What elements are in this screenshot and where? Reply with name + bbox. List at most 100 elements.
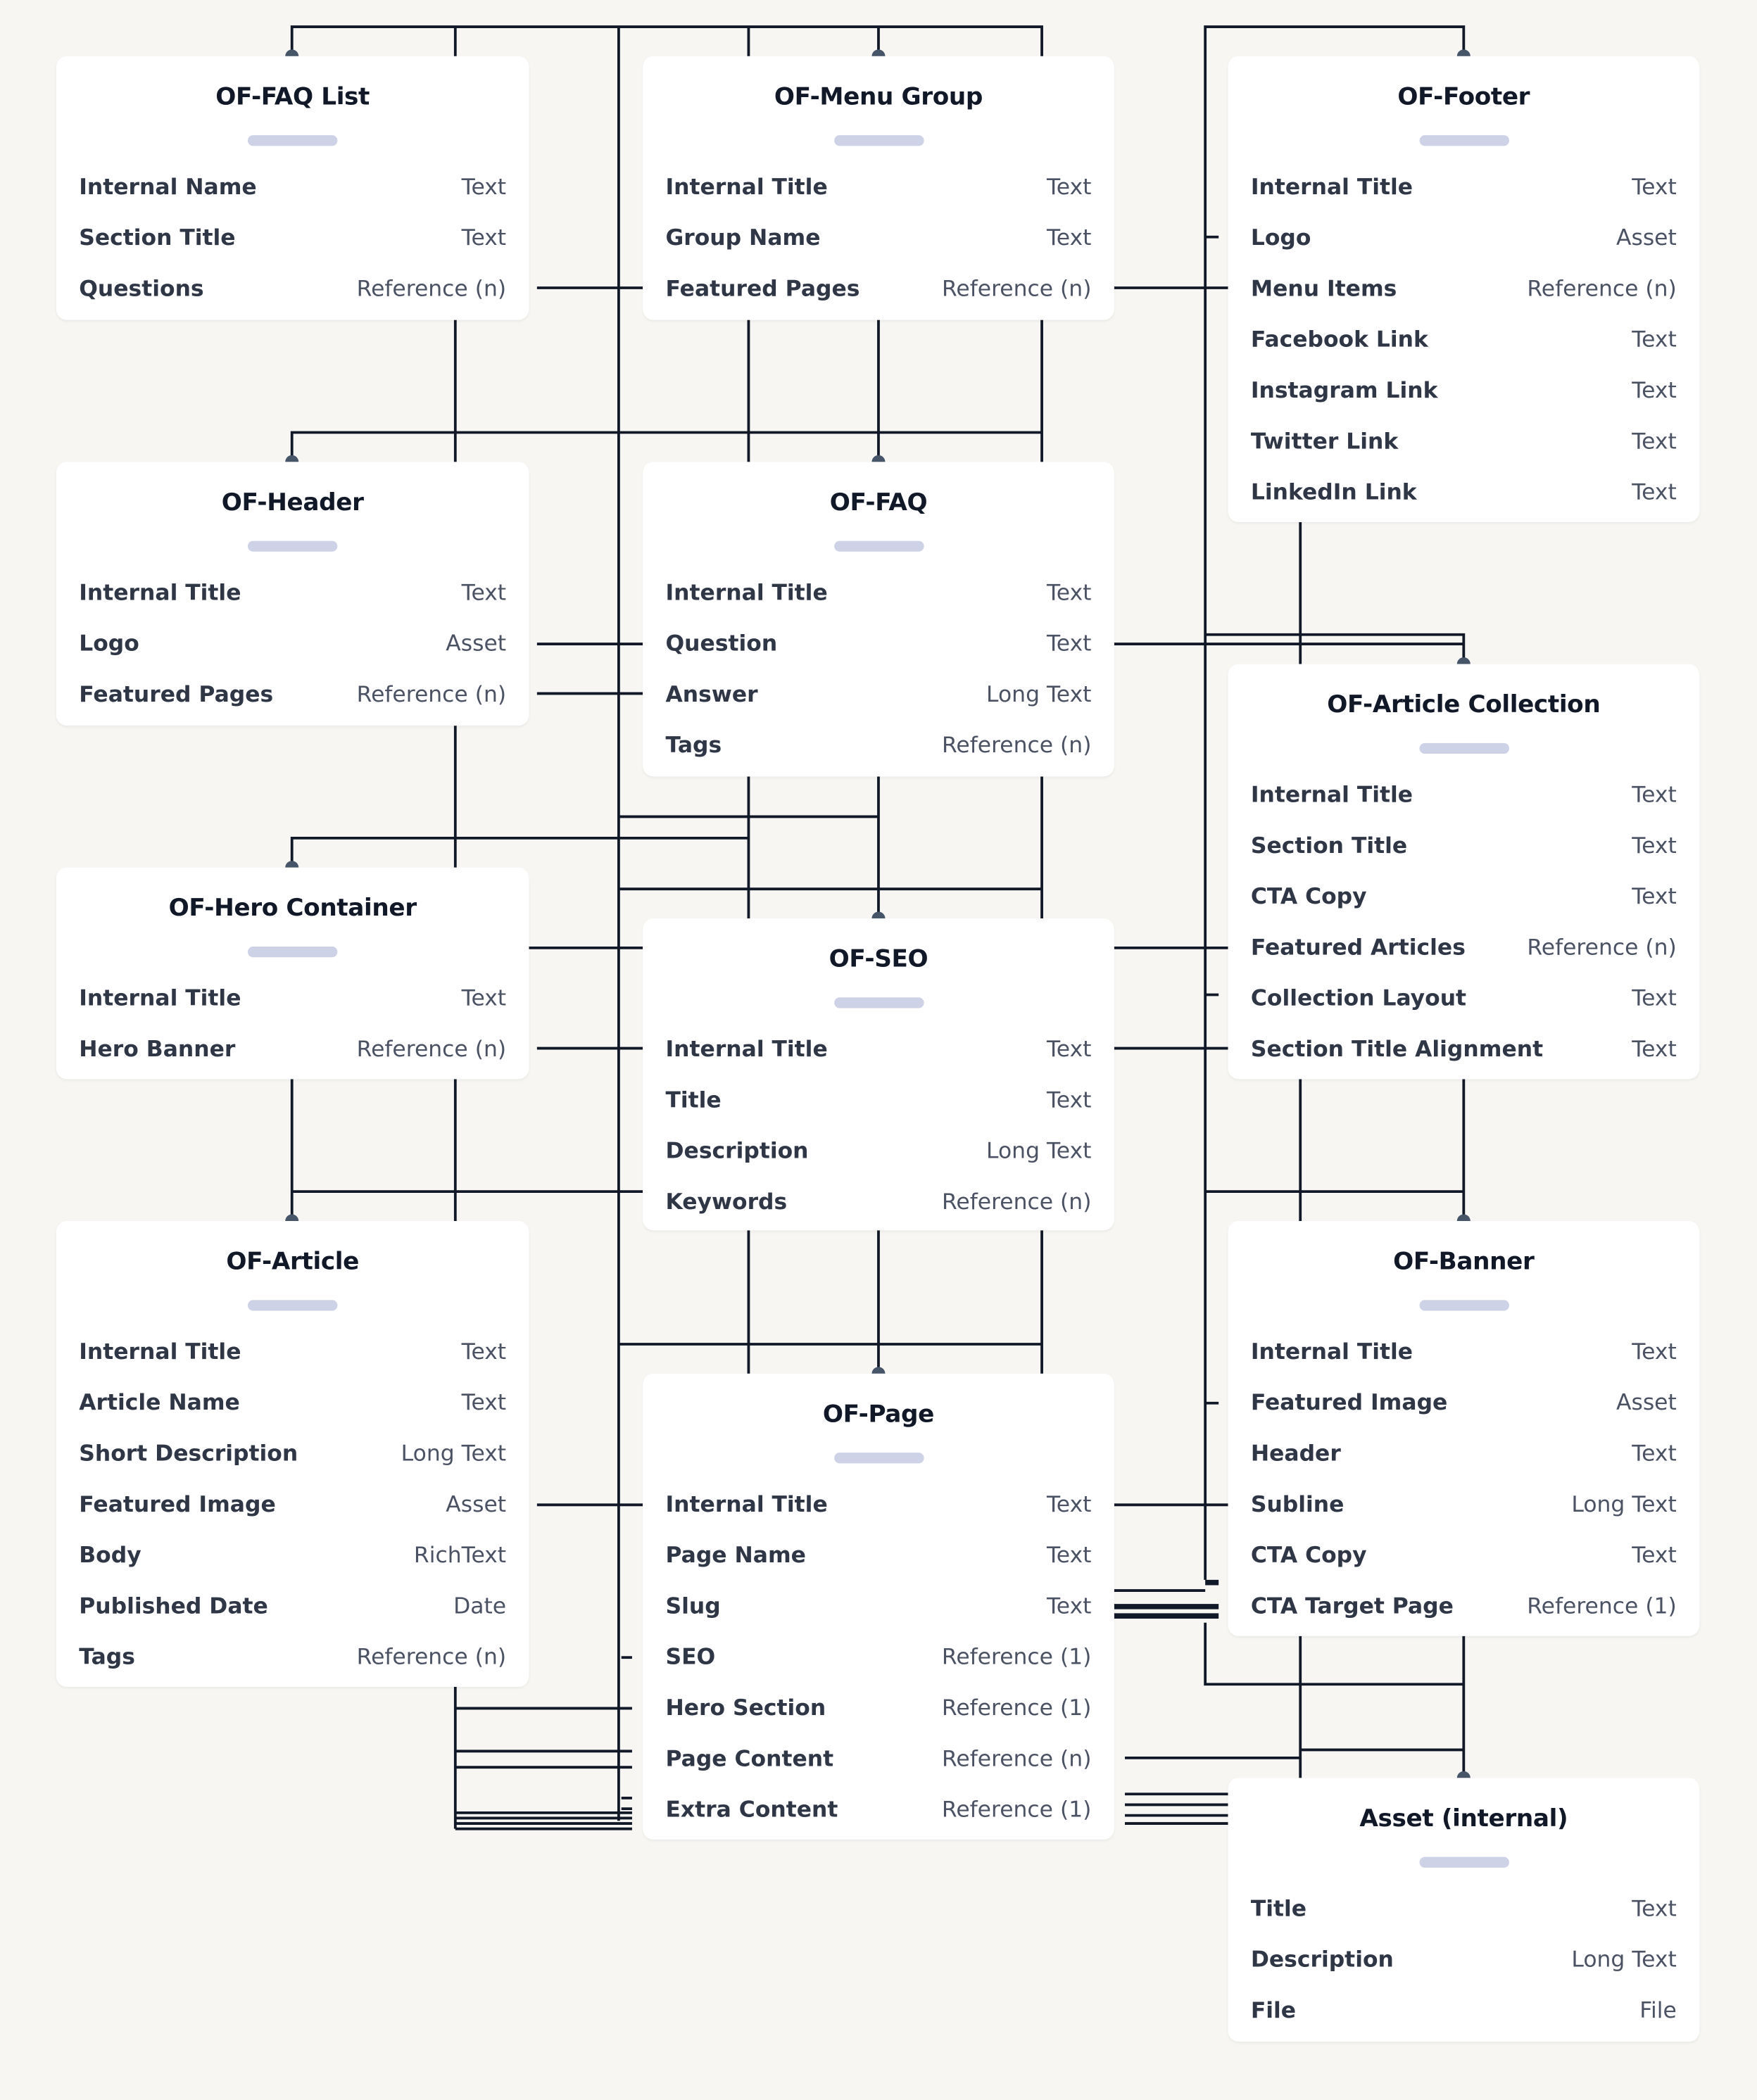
drag-handle-pill[interactable]: [247, 1300, 338, 1311]
entity-card-seo[interactable]: OF-SEO Internal Title Text Title Text Descrip…: [643, 918, 1114, 1231]
field-row[interactable]: Page Name Text: [665, 1538, 1091, 1571]
field-row[interactable]: Internal Title Text: [1251, 1335, 1677, 1367]
field-row[interactable]: Slug Text: [665, 1589, 1091, 1621]
field-row[interactable]: Collection Layout Text: [1251, 981, 1677, 1013]
field-row[interactable]: Internal Title Text: [79, 576, 506, 608]
field-row[interactable]: Published Date Date: [79, 1589, 506, 1621]
drag-handle-pill[interactable]: [833, 540, 924, 552]
field-row[interactable]: Section Title Text: [1251, 829, 1677, 861]
drag-handle-pill[interactable]: [1418, 1300, 1509, 1311]
connection-anchor-icon[interactable]: [871, 911, 886, 919]
connection-anchor-icon[interactable]: [871, 49, 886, 56]
field-row[interactable]: Description Long Text: [1251, 1942, 1677, 1975]
field-row[interactable]: Section Title Text: [79, 221, 506, 253]
entity-card-article[interactable]: OF-Article Internal Title Text Article Name…: [56, 1220, 529, 1688]
field-type: Reference (n): [1527, 274, 1677, 301]
drag-handle-pill[interactable]: [833, 135, 924, 146]
field-row[interactable]: Keywords Reference (n): [665, 1185, 1091, 1217]
field-row[interactable]: Internal Title Text: [1251, 778, 1677, 810]
drag-handle-pill[interactable]: [247, 135, 338, 146]
field-name: Internal Title: [79, 985, 241, 1011]
field-row[interactable]: Group Name Text: [665, 221, 1091, 253]
field-type: Text: [1632, 883, 1677, 909]
entity-card-banner[interactable]: OF-Banner Internal Title Text Featured Imag…: [1228, 1220, 1700, 1636]
field-name: Internal Title: [79, 1338, 241, 1364]
field-row[interactable]: Facebook Link Text: [1251, 322, 1677, 355]
field-row[interactable]: CTA Copy Text: [1251, 1538, 1677, 1571]
field-row[interactable]: Header Text: [1251, 1436, 1677, 1469]
entity-card-hero-container[interactable]: OF-Hero Container Internal Title Text Hero …: [56, 867, 529, 1080]
field-row[interactable]: Internal Title Text: [665, 1488, 1091, 1520]
entity-card-faq[interactable]: OF-FAQ Internal Title Text Question Text Answ…: [643, 462, 1114, 777]
drag-handle-pill[interactable]: [247, 946, 338, 958]
field-row[interactable]: Menu Items Reference (n): [1251, 272, 1677, 304]
field-row[interactable]: Answer Long Text: [665, 678, 1091, 710]
connection-anchor-icon[interactable]: [871, 1367, 886, 1374]
field-row[interactable]: File File: [1251, 1994, 1677, 2026]
field-row[interactable]: Question Text: [665, 626, 1091, 659]
entity-card-faq-list[interactable]: OF-FAQ List Internal Name Text Section Titl…: [56, 56, 529, 320]
field-row[interactable]: Internal Title Text: [1251, 170, 1677, 203]
field-row[interactable]: Internal Title Text: [665, 576, 1091, 608]
field-type: Text: [1046, 1035, 1092, 1061]
field-row[interactable]: Logo Asset: [1251, 221, 1677, 253]
entity-card-asset[interactable]: Asset (internal) Title Text Description Long…: [1228, 1778, 1700, 2042]
field-row[interactable]: Featured Image Asset: [1251, 1386, 1677, 1418]
entity-card-menu-group[interactable]: OF-Menu Group Internal Title Text Group Nam…: [643, 56, 1114, 320]
field-row[interactable]: Description Long Text: [665, 1134, 1091, 1166]
connection-anchor-icon[interactable]: [285, 49, 299, 56]
connection-anchor-icon[interactable]: [285, 1214, 299, 1221]
field-type: Long Text: [401, 1440, 507, 1466]
connection-anchor-icon[interactable]: [1456, 1771, 1471, 1778]
field-type: Reference (1): [941, 1796, 1092, 1822]
field-row[interactable]: LinkedIn Link Text: [1251, 475, 1677, 507]
field-row[interactable]: Hero Banner Reference (n): [79, 1032, 506, 1065]
field-row[interactable]: Internal Title Text: [665, 170, 1091, 203]
entity-card-header[interactable]: OF-Header Internal Title Text Logo Asset Feat…: [56, 462, 529, 726]
field-row[interactable]: Internal Title Text: [79, 1335, 506, 1367]
connection-anchor-icon[interactable]: [1456, 49, 1471, 56]
field-row[interactable]: Body RichText: [79, 1538, 506, 1571]
field-row[interactable]: Internal Title Text: [665, 1032, 1091, 1065]
drag-handle-pill[interactable]: [1418, 1857, 1509, 1868]
field-row[interactable]: Featured Image Asset: [79, 1488, 506, 1520]
field-row[interactable]: CTA Copy Text: [1251, 880, 1677, 912]
field-row[interactable]: Short Description Long Text: [79, 1436, 506, 1469]
field-row[interactable]: Page Content Reference (n): [665, 1742, 1091, 1774]
field-row[interactable]: Featured Pages Reference (n): [79, 678, 506, 710]
entity-card-page[interactable]: OF-Page Internal Title Text Page Name Text Sl…: [643, 1373, 1114, 1840]
connection-anchor-icon[interactable]: [285, 861, 299, 868]
field-row[interactable]: Tags Reference (n): [79, 1640, 506, 1672]
entity-card-footer[interactable]: OF-Footer Internal Title Text Logo Asset Menu…: [1228, 56, 1700, 522]
entity-card-article-collection[interactable]: OF-Article Collection Internal Title Text S…: [1228, 664, 1700, 1080]
drag-handle-pill[interactable]: [1418, 742, 1509, 754]
field-row[interactable]: Twitter Link Text: [1251, 424, 1677, 457]
drag-handle-pill[interactable]: [833, 997, 924, 1008]
field-row[interactable]: Internal Name Text: [79, 170, 506, 203]
field-row[interactable]: Tags Reference (n): [665, 728, 1091, 761]
field-row[interactable]: Questions Reference (n): [79, 272, 506, 304]
field-row[interactable]: Extra Content Reference (1): [665, 1792, 1091, 1825]
field-row[interactable]: Logo Asset: [79, 626, 506, 659]
drag-handle-pill[interactable]: [1418, 135, 1509, 146]
field-row[interactable]: Internal Title Text: [79, 981, 506, 1013]
drag-handle-pill[interactable]: [247, 540, 338, 552]
drag-handle-pill[interactable]: [833, 1453, 924, 1464]
field-row[interactable]: SEO Reference (1): [665, 1640, 1091, 1672]
field-row[interactable]: Title Text: [1251, 1892, 1677, 1924]
field-row[interactable]: CTA Target Page Reference (1): [1251, 1589, 1677, 1621]
entity-title: OF-Page: [822, 1400, 934, 1429]
field-row[interactable]: Section Title Alignment Text: [1251, 1032, 1677, 1065]
field-row[interactable]: Title Text: [665, 1083, 1091, 1115]
field-row[interactable]: Article Name Text: [79, 1386, 506, 1418]
field-row[interactable]: Instagram Link Text: [1251, 374, 1677, 406]
field-type: Reference (n): [1527, 933, 1677, 960]
connection-anchor-icon[interactable]: [1456, 1214, 1471, 1221]
field-row[interactable]: Hero Section Reference (1): [665, 1691, 1091, 1723]
connection-anchor-icon[interactable]: [1456, 657, 1471, 664]
connection-anchor-icon[interactable]: [285, 455, 299, 462]
field-row[interactable]: Featured Pages Reference (n): [665, 272, 1091, 304]
field-row[interactable]: Featured Articles Reference (n): [1251, 930, 1677, 963]
connection-anchor-icon[interactable]: [871, 455, 886, 462]
field-row[interactable]: Subline Long Text: [1251, 1488, 1677, 1520]
